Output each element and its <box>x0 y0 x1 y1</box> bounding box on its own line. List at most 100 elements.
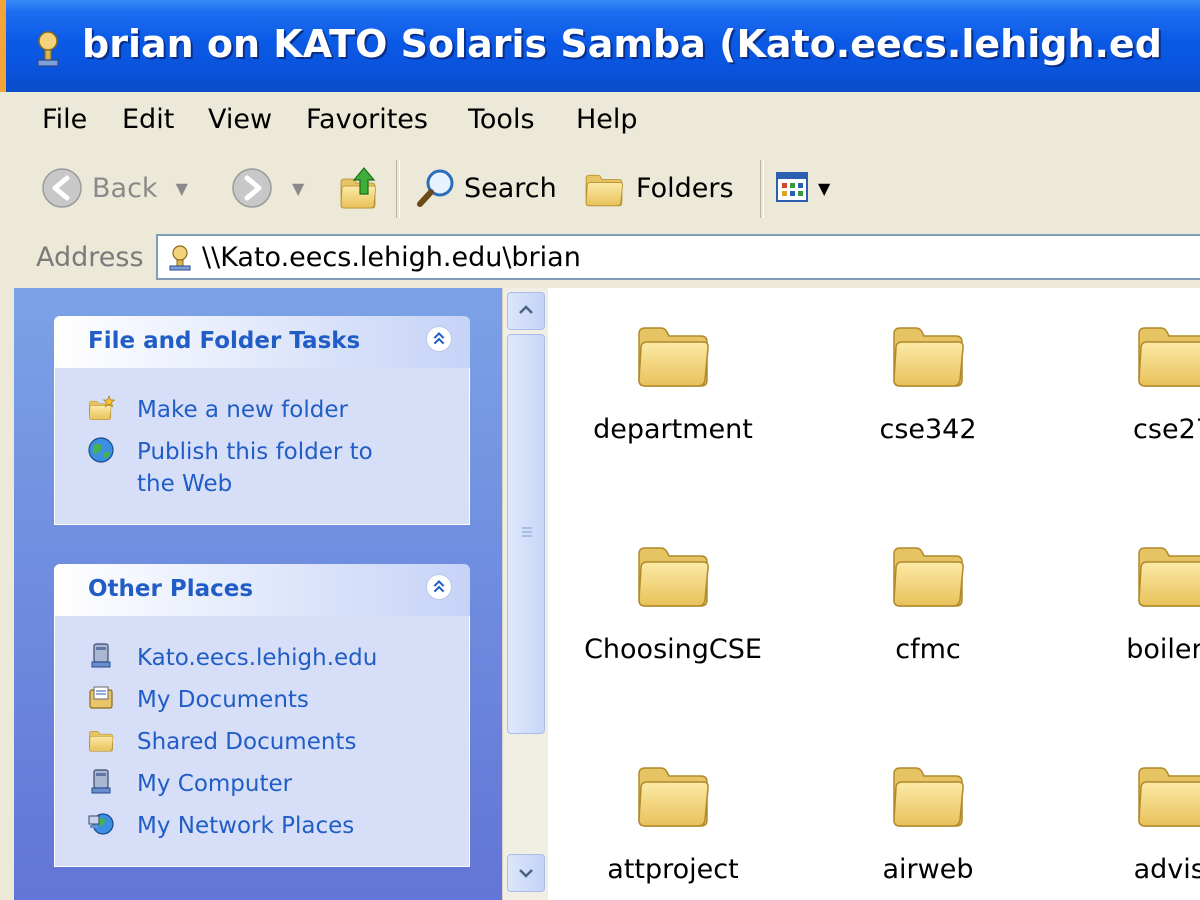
collapse-chevron-icon[interactable] <box>426 326 452 352</box>
task-pane: File and Folder Tasks Make a new folder <box>14 288 502 900</box>
folder-icon <box>890 758 966 834</box>
menu-favorites[interactable]: Favorites <box>306 104 428 135</box>
folders-icon <box>585 174 623 207</box>
up-folder-icon <box>340 167 376 209</box>
toolbar-separator <box>396 160 400 218</box>
address-label: Address <box>36 242 144 273</box>
window-title: brian on KATO Solaris Samba (Kato.eecs.l… <box>82 22 1162 66</box>
folder-item[interactable]: attproject <box>553 758 793 885</box>
menu-edit[interactable]: Edit <box>122 104 174 135</box>
folder-item[interactable]: cse27 <box>1053 318 1200 445</box>
explorer-window: brian on KATO Solaris Samba (Kato.eecs.l… <box>0 0 1200 900</box>
menu-tools[interactable]: Tools <box>468 104 535 135</box>
file-folder-tasks-panel: File and Folder Tasks Make a new folder <box>54 316 470 525</box>
menu-view[interactable]: View <box>208 104 272 135</box>
task-label: Make a new folder <box>137 397 348 423</box>
views-button[interactable]: ▼ <box>776 172 830 204</box>
new-folder-icon <box>89 394 115 420</box>
chevron-up-icon <box>519 305 533 314</box>
folder-name: cse27 <box>1133 414 1200 445</box>
toolbar-separator <box>760 160 764 218</box>
folder-name: boilerp <box>1126 634 1200 665</box>
folder-icon <box>635 318 711 394</box>
panel-header[interactable]: Other Places <box>54 564 470 616</box>
collapse-chevron-icon[interactable] <box>426 574 452 600</box>
scroll-up-button[interactable] <box>507 292 545 330</box>
forward-arrow-icon <box>232 168 272 208</box>
toolbar: Back ▼ ▼ Search Folders ▼ <box>0 150 1200 229</box>
my-documents-icon <box>89 686 113 709</box>
views-dropdown-icon[interactable]: ▼ <box>818 179 830 198</box>
task-label: Kato.eecs.lehigh.edu <box>137 645 378 671</box>
up-folder-button[interactable] <box>338 164 384 212</box>
other-places-panel: Other Places Kato.eecs.lehigh.edu My Doc… <box>54 564 470 867</box>
network-share-icon <box>37 31 59 67</box>
task-publish-web[interactable]: Publish this folder to the Web <box>87 436 417 500</box>
menu-bar: File Edit View Favorites Tools Help <box>0 92 1200 151</box>
network-places-icon <box>88 813 114 835</box>
views-icon <box>776 172 808 202</box>
folder-item[interactable]: advisi <box>1053 758 1200 885</box>
scroll-thumb[interactable] <box>507 334 545 734</box>
task-label: My Documents <box>137 687 309 713</box>
folder-name: cfmc <box>895 634 961 665</box>
folder-item[interactable]: airweb <box>808 758 1048 885</box>
folder-icon <box>1135 758 1200 834</box>
place-shared-documents[interactable]: Shared Documents <box>87 726 356 758</box>
folder-name: attproject <box>607 854 739 885</box>
search-icon <box>417 169 454 207</box>
folder-item[interactable]: cfmc <box>808 538 1048 665</box>
place-kato[interactable]: Kato.eecs.lehigh.edu <box>87 642 377 674</box>
folder-item[interactable]: boilerp <box>1053 538 1200 665</box>
network-share-icon <box>169 245 191 271</box>
folder-name: department <box>593 414 753 445</box>
panel-body: Kato.eecs.lehigh.edu My Documents Shared… <box>54 616 470 867</box>
forward-dropdown-icon[interactable]: ▼ <box>292 179 304 198</box>
title-bar[interactable]: brian on KATO Solaris Samba (Kato.eecs.l… <box>0 0 1200 92</box>
computer-icon <box>91 643 111 668</box>
folder-icon <box>635 538 711 614</box>
task-label: Shared Documents <box>137 729 357 755</box>
vertical-scrollbar[interactable] <box>502 288 549 900</box>
place-my-documents[interactable]: My Documents <box>87 684 309 716</box>
folder-icon <box>1135 538 1200 614</box>
folder-item[interactable]: department <box>553 318 793 445</box>
address-value: \\Kato.eecs.lehigh.edu\brian <box>202 242 581 273</box>
panel-body: Make a new folder Publish this folder to… <box>54 368 470 525</box>
back-dropdown-icon[interactable]: ▼ <box>176 179 188 198</box>
folder-icon <box>890 318 966 394</box>
folder-name: ChoosingCSE <box>584 634 762 665</box>
folders-label: Folders <box>636 172 734 204</box>
place-my-network-places[interactable]: My Network Places <box>87 810 354 842</box>
panel-title: File and Folder Tasks <box>88 328 361 354</box>
scroll-down-button[interactable] <box>507 854 545 892</box>
task-label: My Network Places <box>137 813 355 839</box>
chevron-down-icon <box>519 869 533 878</box>
folder-icon <box>890 538 966 614</box>
folder-view: department cse342 cse27 ChoosingCSE cfmc… <box>548 288 1200 900</box>
folder-item[interactable]: cse342 <box>808 318 1048 445</box>
back-button[interactable]: Back ▼ <box>40 166 188 210</box>
folder-icon <box>635 758 711 834</box>
panel-header[interactable]: File and Folder Tasks <box>54 316 470 368</box>
shared-documents-icon <box>89 731 114 752</box>
publish-web-icon <box>88 437 114 463</box>
task-label: Publish this folder to the Web <box>137 439 373 497</box>
address-input[interactable]: \\Kato.eecs.lehigh.edu\brian <box>156 234 1200 280</box>
address-bar: Address \\Kato.eecs.lehigh.edu\brian <box>0 228 1200 288</box>
folder-name: airweb <box>882 854 974 885</box>
folder-item[interactable]: ChoosingCSE <box>553 538 793 665</box>
place-my-computer[interactable]: My Computer <box>87 768 292 800</box>
search-label: Search <box>464 172 557 204</box>
forward-button[interactable]: ▼ <box>230 166 304 210</box>
search-button[interactable]: Search <box>414 166 557 210</box>
grip-icon <box>522 527 532 537</box>
menu-help[interactable]: Help <box>576 104 638 135</box>
folder-name: advisi <box>1133 854 1200 885</box>
folders-button[interactable]: Folders <box>582 166 734 210</box>
menu-file[interactable]: File <box>42 104 87 135</box>
panel-title: Other Places <box>88 576 254 602</box>
folder-name: cse342 <box>879 414 977 445</box>
task-make-new-folder[interactable]: Make a new folder <box>87 394 348 426</box>
back-arrow-icon <box>42 168 82 208</box>
